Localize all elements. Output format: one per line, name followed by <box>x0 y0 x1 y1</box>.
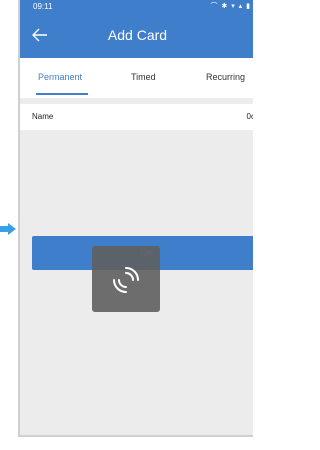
tab-recurring[interactable]: Recurring <box>206 72 245 82</box>
app-bar: Add Card <box>20 13 253 58</box>
phone-frame: 09:11 ⌒ ✱ ▾ ▴ ▮ Add Card Permanent Timed… <box>18 0 253 437</box>
status-bar: 09:11 ⌒ ✱ ▾ ▴ ▮ <box>20 0 253 13</box>
loading-spinner-icon <box>113 267 139 293</box>
active-tab-indicator <box>36 93 88 95</box>
status-icons: ⌒ ✱ ▾ ▴ ▮ <box>210 3 251 10</box>
loading-overlay <box>92 246 160 312</box>
tab-permanent[interactable]: Permanent <box>38 72 82 82</box>
name-field-row[interactable]: Name 0c <box>20 104 253 130</box>
arrow-pointer-icon <box>0 223 16 235</box>
name-label: Name <box>32 112 54 121</box>
tab-timed[interactable]: Timed <box>131 72 156 82</box>
page-title: Add Card <box>107 27 168 43</box>
name-input[interactable]: 0c <box>247 112 253 121</box>
tab-bar: Permanent Timed Recurring <box>20 58 253 98</box>
screen: 09:11 ⌒ ✱ ▾ ▴ ▮ Add Card Permanent Timed… <box>0 0 253 450</box>
status-time: 09:11 <box>33 2 53 11</box>
